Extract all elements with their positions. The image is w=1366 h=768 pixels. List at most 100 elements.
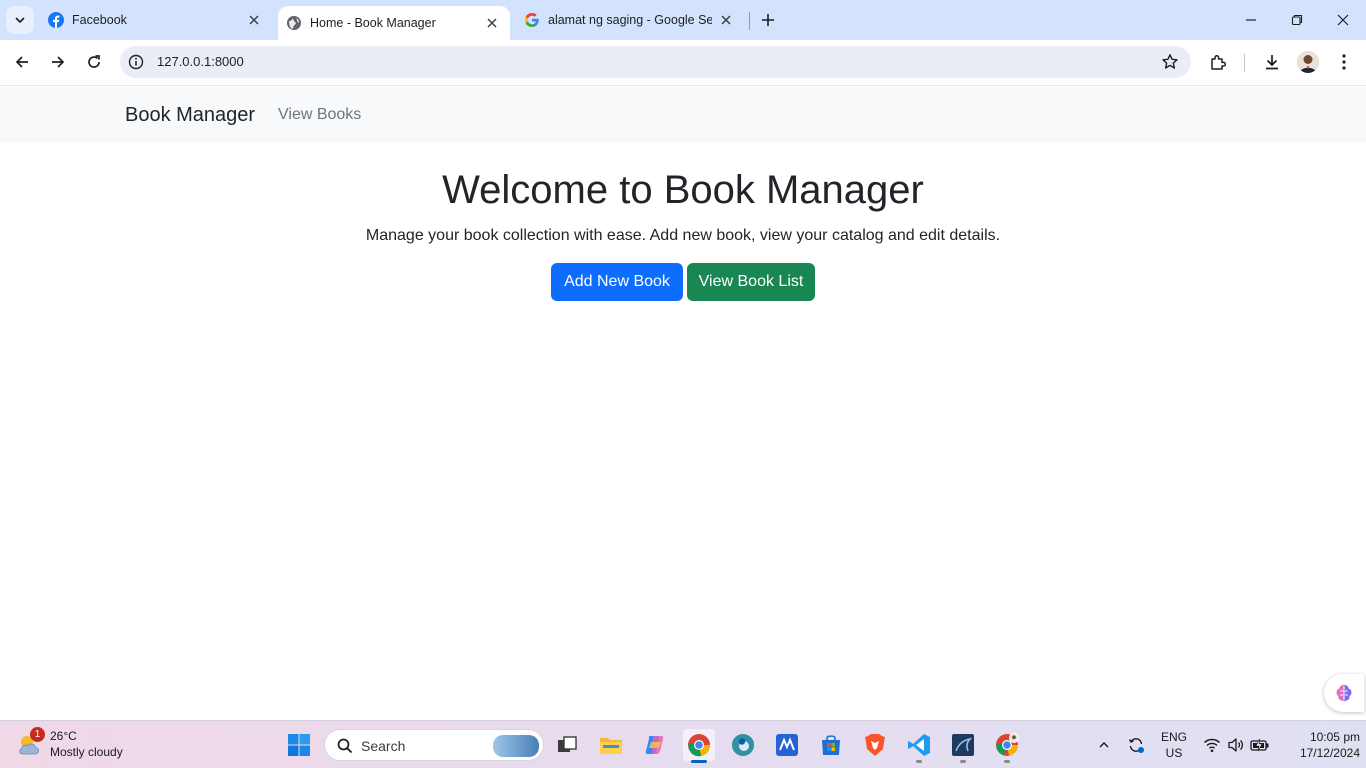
address-bar[interactable]: 127.0.0.1:8000: [120, 46, 1191, 78]
tab-search-button[interactable]: [6, 6, 34, 34]
brain-icon: [1336, 685, 1352, 701]
copilot-button[interactable]: [639, 729, 671, 761]
taskbar-search-placeholder: Search: [361, 738, 406, 754]
file-explorer-button[interactable]: [595, 729, 627, 761]
volume-status[interactable]: [1224, 721, 1248, 768]
brave-button[interactable]: [859, 729, 891, 761]
search-highlight-image: [493, 735, 539, 757]
file-explorer-icon: [600, 738, 622, 754]
edge-icon: [732, 734, 754, 756]
back-button[interactable]: [8, 48, 36, 76]
restore-icon: [1291, 14, 1303, 26]
close-icon: [1337, 14, 1349, 26]
plus-icon: [762, 14, 774, 26]
puzzle-icon: [1211, 54, 1227, 70]
chrome-profile-icon: [996, 733, 1019, 756]
tab-book-manager[interactable]: Home - Book Manager: [278, 6, 510, 40]
battery-charging-icon: [1250, 738, 1269, 752]
vscode-button[interactable]: [903, 729, 935, 763]
edge-button[interactable]: [727, 729, 759, 761]
url-text[interactable]: 127.0.0.1:8000: [157, 54, 244, 69]
chrome-taskbar-button[interactable]: [683, 729, 715, 763]
tab-facebook[interactable]: Facebook: [40, 0, 272, 40]
view-book-list-button[interactable]: View Book List: [687, 263, 815, 301]
site-info-icon[interactable]: [128, 54, 144, 70]
close-tab-icon[interactable]: [718, 12, 734, 28]
navbar-brand[interactable]: Book Manager: [125, 104, 255, 127]
arrow-left-icon: [15, 56, 28, 68]
arrow-right-icon: [52, 56, 65, 68]
profile-avatar[interactable]: [1297, 51, 1319, 73]
running-app-indicator: [916, 760, 922, 763]
downloads-button[interactable]: [1261, 51, 1283, 73]
tab-title: Facebook: [72, 13, 127, 27]
keyboard-layout: US: [1165, 746, 1183, 760]
windows-start-button[interactable]: [283, 729, 315, 761]
mysql-workbench-button[interactable]: [947, 729, 979, 763]
download-icon: [1266, 55, 1278, 70]
chrome-icon: [688, 734, 710, 757]
page-subtitle: Manage your book collection with ease. A…: [365, 227, 1001, 244]
kebab-menu-icon: [1342, 54, 1346, 70]
wifi-status[interactable]: [1200, 721, 1224, 768]
site-navbar: Book Manager View Books: [0, 87, 1366, 143]
tab-title: Home - Book Manager: [310, 16, 436, 30]
toolbar-divider: [1244, 54, 1245, 72]
clock-date: 17/12/2024: [1299, 746, 1360, 760]
facebook-icon: [48, 12, 64, 28]
vscode-icon: [908, 734, 930, 756]
close-tab-icon[interactable]: [246, 12, 262, 28]
bookmark-star-icon[interactable]: [1161, 53, 1179, 71]
minimize-button[interactable]: [1228, 0, 1274, 40]
weather-condition: Mostly cloudy: [50, 745, 123, 759]
sync-icon: [1128, 738, 1144, 753]
brave-icon: [865, 734, 885, 756]
weather-temperature: 26°C: [50, 729, 77, 743]
search-icon: [337, 738, 353, 754]
windows-taskbar: 1 26°C Mostly cloudy Search ENG US 10:05…: [0, 720, 1366, 768]
page-title: Welcome to Book Manager: [442, 168, 924, 212]
reload-icon: [88, 55, 100, 68]
google-icon: [524, 12, 540, 28]
copilot-icon: [645, 736, 664, 754]
mathway-button[interactable]: [771, 729, 803, 761]
language-code: ENG: [1160, 730, 1187, 744]
globe-icon: [286, 15, 302, 31]
menu-button[interactable]: [1333, 51, 1355, 73]
mathway-icon: [776, 734, 798, 756]
extensions-button[interactable]: [1207, 51, 1229, 73]
tab-google-search[interactable]: alamat ng saging - Google Search: [516, 0, 744, 40]
minimize-icon: [1246, 19, 1256, 21]
chevron-up-icon: [1099, 742, 1109, 748]
weather-notification-badge: 1: [30, 727, 45, 742]
task-view-icon: [558, 736, 577, 752]
clock-time: 10:05 pm: [1309, 730, 1360, 744]
nav-link-view-books[interactable]: View Books: [278, 106, 361, 124]
show-hidden-icons-button[interactable]: [1092, 721, 1116, 768]
chrome-profile-button[interactable]: [991, 729, 1023, 763]
new-tab-button[interactable]: [758, 10, 778, 30]
taskbar-search-box[interactable]: Search: [324, 729, 544, 761]
input-language-indicator[interactable]: ENG US: [1158, 729, 1190, 761]
task-view-button[interactable]: [551, 729, 583, 761]
restore-button[interactable]: [1274, 0, 1320, 40]
chevron-down-icon: [15, 17, 25, 24]
browser-toolbar: 127.0.0.1:8000: [0, 40, 1366, 86]
taskbar-clock[interactable]: 10:05 pm 17/12/2024: [1278, 729, 1360, 761]
close-tab-icon[interactable]: [484, 15, 500, 31]
browser-tab-strip: Facebook Home - Book Manager alamat ng s…: [0, 0, 1366, 40]
sync-status-button[interactable]: [1124, 721, 1148, 768]
add-new-book-button[interactable]: Add New Book: [551, 263, 683, 301]
close-window-button[interactable]: [1320, 0, 1366, 40]
weather-widget[interactable]: 1 26°C Mostly cloudy: [14, 727, 154, 763]
active-app-indicator: [691, 760, 707, 763]
battery-status[interactable]: [1248, 721, 1272, 768]
forward-button[interactable]: [44, 48, 72, 76]
microsoft-store-button[interactable]: [815, 729, 847, 761]
running-app-indicator: [1004, 760, 1010, 763]
running-app-indicator: [960, 760, 966, 763]
floating-extension-button[interactable]: [1324, 674, 1364, 712]
reload-button[interactable]: [80, 48, 108, 76]
windows-start-icon: [288, 734, 310, 756]
wifi-icon: [1204, 738, 1220, 753]
